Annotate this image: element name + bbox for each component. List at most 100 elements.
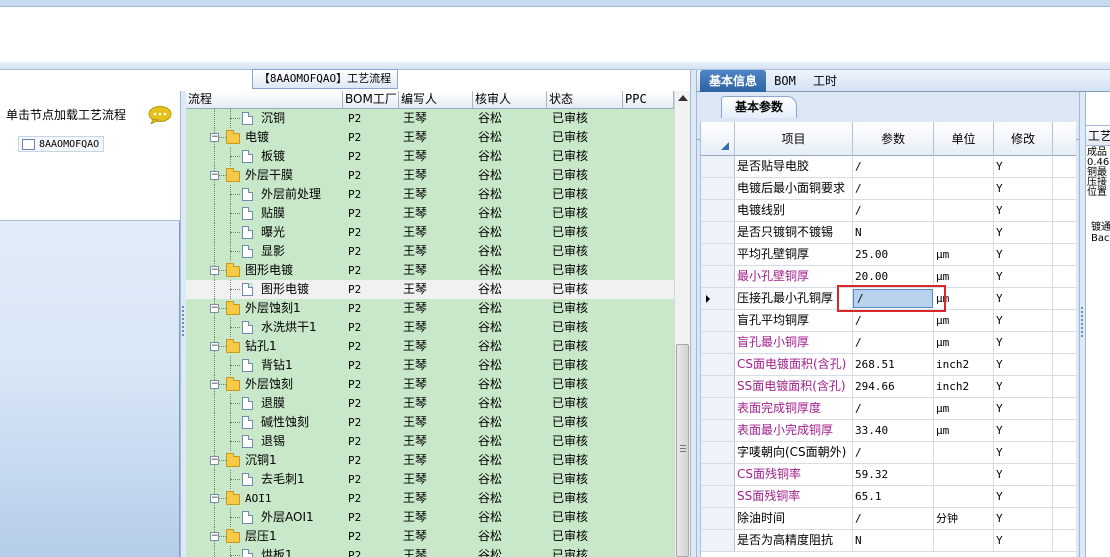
param-row[interactable]: 盲孔平均铜厚 / μm Y <box>701 310 1076 332</box>
table-row[interactable]: 去毛刺1 P2 王琴 谷松 已审核 <box>186 470 674 489</box>
tab-labor-hours[interactable]: 工时 <box>805 70 845 92</box>
param-value[interactable]: / <box>853 178 934 199</box>
row-indicator[interactable] <box>701 310 735 331</box>
collapse-icon[interactable]: − <box>210 532 219 541</box>
table-row[interactable]: 碱性蚀刻 P2 王琴 谷松 已审核 <box>186 413 674 432</box>
param-unit[interactable]: 分钟 <box>934 508 994 529</box>
table-row[interactable]: − 电镀 P2 王琴 谷松 已审核 <box>186 128 674 147</box>
col-header-unit[interactable]: 单位 <box>934 122 994 156</box>
param-value[interactable]: N <box>853 530 934 551</box>
col-header-reviewer[interactable]: 核审人 <box>473 91 547 109</box>
param-unit[interactable] <box>934 222 994 243</box>
table-row[interactable]: − 沉铜1 P2 王琴 谷松 已审核 <box>186 451 674 470</box>
param-modify-flag[interactable]: Y <box>994 178 1053 199</box>
param-modify-flag[interactable]: Y <box>994 200 1053 221</box>
table-row[interactable]: − 外层蚀刻1 P2 王琴 谷松 已审核 <box>186 299 674 318</box>
collapse-icon[interactable]: − <box>210 133 219 142</box>
subtab-basic-params[interactable]: 基本参数 <box>721 96 797 118</box>
param-unit[interactable]: inch2 <box>934 354 994 375</box>
param-modify-flag[interactable]: Y <box>994 376 1053 397</box>
tree-node-root[interactable]: 8AAOMOFQAO <box>18 136 105 152</box>
collapse-icon[interactable]: − <box>210 266 219 275</box>
param-unit[interactable]: μm <box>934 332 994 353</box>
param-row[interactable]: 盲孔最小铜厚 / μm Y <box>701 332 1076 354</box>
param-unit[interactable] <box>934 530 994 551</box>
param-value[interactable]: / <box>853 398 934 419</box>
collapse-icon[interactable]: − <box>210 304 219 313</box>
grid-scrollbar[interactable] <box>674 91 690 557</box>
param-row[interactable]: 除油时间 / 分钟 Y <box>701 508 1076 530</box>
param-row[interactable]: 是否只镀铜不镀锡 N Y <box>701 222 1076 244</box>
param-modify-flag[interactable]: Y <box>994 508 1053 529</box>
row-indicator[interactable] <box>701 156 735 177</box>
param-modify-flag[interactable]: Y <box>994 310 1053 331</box>
param-row[interactable]: SS面电镀面积(含孔) 294.66 inch2 Y <box>701 376 1076 398</box>
collapse-icon[interactable]: − <box>210 342 219 351</box>
param-value[interactable]: / <box>853 156 934 177</box>
col-header-ppc[interactable]: PPC <box>623 91 674 109</box>
param-value[interactable]: 59.32 <box>853 464 934 485</box>
param-modify-flag[interactable]: Y <box>994 398 1053 419</box>
tab-basic-info[interactable]: 基本信息 <box>700 70 766 92</box>
row-indicator[interactable] <box>701 530 735 551</box>
collapse-icon[interactable]: − <box>210 171 219 180</box>
workflow-title-tab[interactable]: 【8AAOMOFQAO】工艺流程 <box>252 69 398 89</box>
param-row[interactable]: 字唛朝向(CS面朝外) / Y <box>701 442 1076 464</box>
param-value[interactable]: / <box>853 332 934 353</box>
param-modify-flag[interactable]: Y <box>994 332 1053 353</box>
row-indicator[interactable] <box>701 354 735 375</box>
param-modify-flag[interactable]: Y <box>994 464 1053 485</box>
table-row[interactable]: 曝光 P2 王琴 谷松 已审核 <box>186 223 674 242</box>
param-unit[interactable]: inch2 <box>934 376 994 397</box>
scroll-up-arrow-icon[interactable] <box>678 95 688 101</box>
table-row[interactable]: − 外层蚀刻 P2 王琴 谷松 已审核 <box>186 375 674 394</box>
param-row[interactable]: SS面残铜率 65.1 Y <box>701 486 1076 508</box>
row-indicator[interactable] <box>701 244 735 265</box>
row-indicator[interactable] <box>701 178 735 199</box>
table-row[interactable]: 贴膜 P2 王琴 谷松 已审核 <box>186 204 674 223</box>
table-row[interactable]: 沉铜 P2 王琴 谷松 已审核 <box>186 109 674 128</box>
table-row[interactable]: 图形电镀 P2 王琴 谷松 已审核 <box>186 280 674 299</box>
param-row[interactable]: 表面最小完成铜厚 33.40 μm Y <box>701 420 1076 442</box>
param-modify-flag[interactable]: Y <box>994 486 1053 507</box>
param-unit[interactable] <box>934 178 994 199</box>
col-header-value[interactable]: 参数 <box>853 122 934 156</box>
table-row[interactable]: − 外层干膜 P2 王琴 谷松 已审核 <box>186 166 674 185</box>
param-value[interactable]: N <box>853 222 934 243</box>
param-unit[interactable] <box>934 156 994 177</box>
param-modify-flag[interactable]: Y <box>994 420 1053 441</box>
table-row[interactable]: − AOI1 P2 王琴 谷松 已审核 <box>186 489 674 508</box>
param-value[interactable]: 20.00 <box>853 266 934 287</box>
col-header-status[interactable]: 状态 <box>547 91 623 109</box>
param-unit[interactable] <box>934 442 994 463</box>
row-indicator[interactable] <box>701 464 735 485</box>
param-unit[interactable]: μm <box>934 244 994 265</box>
param-modify-flag[interactable]: Y <box>994 222 1053 243</box>
table-row[interactable]: − 图形电镀 P2 王琴 谷松 已审核 <box>186 261 674 280</box>
col-header-writer[interactable]: 编写人 <box>399 91 473 109</box>
table-row[interactable]: 外层前处理 P2 王琴 谷松 已审核 <box>186 185 674 204</box>
row-indicator[interactable] <box>701 376 735 397</box>
row-indicator[interactable] <box>701 288 735 309</box>
param-value[interactable]: / <box>853 200 934 221</box>
collapse-icon[interactable]: − <box>210 456 219 465</box>
col-header-process[interactable]: 流程 <box>186 91 343 109</box>
row-indicator[interactable] <box>701 486 735 507</box>
table-row[interactable]: 水洗烘干1 P2 王琴 谷松 已审核 <box>186 318 674 337</box>
param-row[interactable]: 电镀后最小面铜要求 / Y <box>701 178 1076 200</box>
col-header-modify[interactable]: 修改 <box>994 122 1053 156</box>
param-value[interactable]: 65.1 <box>853 486 934 507</box>
param-value[interactable]: / <box>853 310 934 331</box>
param-row[interactable]: 表面完成铜厚度 / μm Y <box>701 398 1076 420</box>
param-modify-flag[interactable]: Y <box>994 244 1053 265</box>
param-modify-flag[interactable]: Y <box>994 442 1053 463</box>
param-unit[interactable] <box>934 486 994 507</box>
param-unit[interactable] <box>934 464 994 485</box>
row-indicator[interactable] <box>701 508 735 529</box>
row-indicator[interactable] <box>701 266 735 287</box>
row-indicator[interactable] <box>701 420 735 441</box>
param-row[interactable]: 平均孔壁铜厚 25.00 μm Y <box>701 244 1076 266</box>
collapse-icon[interactable]: − <box>210 494 219 503</box>
scrollbar-thumb[interactable] <box>676 344 689 557</box>
param-row[interactable]: 是否为高精度阻抗 N Y <box>701 530 1076 552</box>
